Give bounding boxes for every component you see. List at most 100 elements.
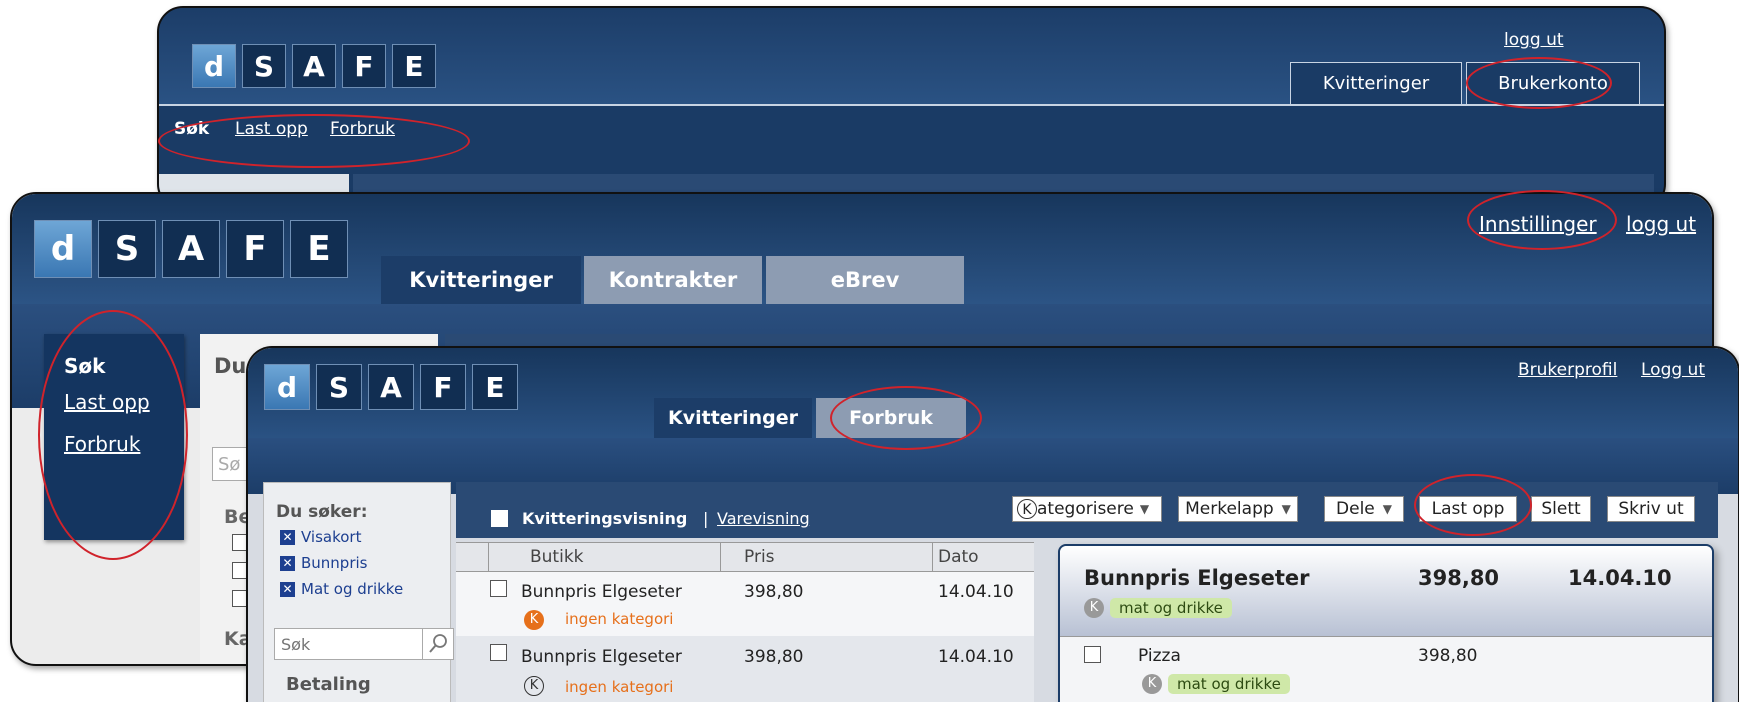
dropdown-arrow-icon: ▼ <box>1382 502 1392 516</box>
share-button[interactable]: Dele ▼ <box>1324 496 1404 522</box>
filter-label: Mat og drikke <box>301 580 404 598</box>
logo-tile: E <box>290 220 348 278</box>
category-icon[interactable]: K <box>1142 674 1162 694</box>
logo-tile: d <box>264 364 310 410</box>
dropdown-arrow-icon: ▼ <box>1139 502 1150 516</box>
table-row[interactable] <box>456 636 1034 702</box>
row-category[interactable]: ingen kategori <box>565 678 673 696</box>
view-items[interactable]: Varevisning <box>717 509 810 528</box>
subnav-sok[interactable]: Søk <box>174 119 209 139</box>
row-price: 398,80 <box>744 582 804 602</box>
tab-ebrev[interactable]: eBrev <box>766 256 964 304</box>
filter-heading: Du søker: <box>276 502 368 522</box>
detail-date: 14.04.10 <box>1568 566 1672 590</box>
item-checkbox[interactable] <box>1084 646 1101 663</box>
filter-label: Bunnpris <box>301 554 368 572</box>
tab-kvitteringer[interactable]: Kvitteringer <box>654 398 812 438</box>
row-date: 14.04.10 <box>938 647 1014 667</box>
view-separator: | <box>703 509 709 528</box>
logo-tile: E <box>472 364 518 410</box>
logo-tile: F <box>342 44 386 88</box>
row-price: 398,80 <box>744 647 804 667</box>
dsafe-logo: d S A F E <box>34 220 348 278</box>
logo-tile: A <box>368 364 414 410</box>
partial-heading: Du <box>214 354 247 378</box>
logo-tile: A <box>292 44 336 88</box>
row-checkbox[interactable] <box>490 644 507 661</box>
logout-link[interactable]: Logg ut <box>1641 360 1705 380</box>
column-header-date[interactable]: Dato <box>938 547 979 567</box>
row-date: 14.04.10 <box>938 582 1014 602</box>
item-price: 398,80 <box>1418 646 1478 666</box>
item-name: Pizza <box>1138 646 1181 666</box>
row-checkbox[interactable] <box>490 580 507 597</box>
section-label: Betaling <box>286 674 371 695</box>
print-button[interactable]: Skriv ut <box>1607 496 1695 522</box>
item-tag[interactable]: mat og drikke <box>1168 674 1290 694</box>
row-store: Bunnpris Elgeseter <box>521 647 682 667</box>
column-header-price[interactable]: Pris <box>744 547 775 567</box>
categorize-button[interactable]: K ategorisere ▼ <box>1012 496 1162 522</box>
row-category[interactable]: ingen kategori <box>565 610 673 628</box>
logo-tile: d <box>192 44 236 88</box>
tab-kvitteringer[interactable]: Kvitteringer <box>381 256 581 304</box>
logo-tile: A <box>162 220 220 278</box>
dropdown-arrow-icon: ▼ <box>1281 502 1291 516</box>
remove-filter-icon[interactable]: ✕ <box>280 556 295 571</box>
sidenav-forbruk[interactable]: Forbruk <box>64 432 140 456</box>
upload-button[interactable]: Last opp <box>1419 496 1517 522</box>
dsafe-logo: d S A F E <box>264 364 518 410</box>
logout-link[interactable]: logg ut <box>1626 212 1696 236</box>
category-icon: K <box>1017 499 1037 519</box>
category-icon[interactable]: K <box>524 676 544 696</box>
logo-tile: E <box>392 44 436 88</box>
logo-tile: d <box>34 220 92 278</box>
settings-link[interactable]: Innstillinger <box>1479 212 1597 236</box>
view-receipts[interactable]: Kvitteringsvisning <box>522 509 687 528</box>
remove-filter-icon[interactable]: ✕ <box>280 582 295 597</box>
logout-link[interactable]: logg ut <box>1504 30 1564 50</box>
button-label: Merkelapp <box>1185 499 1274 519</box>
tab-brukerkonto[interactable]: Brukerkonto <box>1466 62 1640 104</box>
column-divider <box>720 542 721 572</box>
logo-tile: S <box>242 44 286 88</box>
tab-kvitteringer[interactable]: Kvitteringer <box>1290 62 1462 104</box>
select-all-checkbox[interactable] <box>491 510 508 527</box>
partial-search-text: Sø <box>218 454 241 475</box>
column-divider <box>932 542 933 572</box>
filter-label: Visakort <box>301 528 362 546</box>
tag-button[interactable]: Merkelapp ▼ <box>1178 496 1298 522</box>
subnav-forbruk[interactable]: Forbruk <box>330 119 395 139</box>
dsafe-screen-v1: d S A F E logg ut Kvitteringer Brukerkon… <box>157 6 1666 210</box>
dsafe-screen-v3: d S A F E Brukerprofil Logg ut Kvitterin… <box>246 346 1739 702</box>
detail-header <box>1060 546 1712 637</box>
detail-tag[interactable]: mat og drikke <box>1110 598 1232 618</box>
column-header-store[interactable]: Butikk <box>530 547 584 567</box>
user-profile-link[interactable]: Brukerprofil <box>1518 360 1617 380</box>
button-label: Dele <box>1336 499 1375 519</box>
tab-underline <box>159 104 1664 106</box>
category-icon[interactable]: K <box>524 610 544 630</box>
filter-chip[interactable]: ✕ Bunnpris <box>280 554 367 572</box>
row-store: Bunnpris Elgeseter <box>521 582 682 602</box>
filter-chip[interactable]: ✕ Visakort <box>280 528 361 546</box>
category-icon[interactable]: K <box>1084 598 1104 618</box>
tab-kontrakter[interactable]: Kontrakter <box>584 256 762 304</box>
sidenav-last-opp[interactable]: Last opp <box>64 390 150 414</box>
column-divider <box>488 542 489 572</box>
dsafe-logo: d S A F E <box>192 44 436 88</box>
sidenav-sok[interactable]: Søk <box>64 354 105 378</box>
search-input[interactable] <box>274 628 430 660</box>
remove-filter-icon[interactable]: ✕ <box>280 530 295 545</box>
delete-button[interactable]: Slett <box>1531 496 1591 522</box>
detail-store: Bunnpris Elgeseter <box>1084 566 1310 590</box>
button-label: ategorisere <box>1037 499 1134 519</box>
tab-forbruk[interactable]: Forbruk <box>816 398 966 438</box>
detail-price: 398,80 <box>1418 566 1500 590</box>
logo-tile: S <box>316 364 362 410</box>
subnav-last-opp[interactable]: Last opp <box>235 119 308 139</box>
filter-chip[interactable]: ✕ Mat og drikke <box>280 580 403 598</box>
logo-tile: F <box>226 220 284 278</box>
search-icon[interactable] <box>422 628 454 660</box>
logo-tile: F <box>420 364 466 410</box>
